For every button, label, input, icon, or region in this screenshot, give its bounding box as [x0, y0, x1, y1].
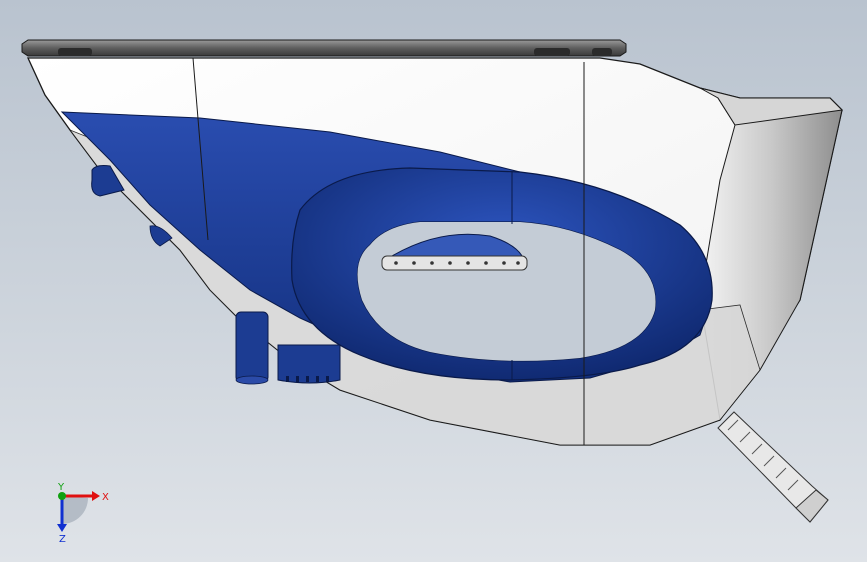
- cad-viewport[interactable]: X Y Z: [0, 0, 867, 562]
- x-axis-label: X: [102, 492, 109, 503]
- soleplate-pad-left: [58, 48, 92, 56]
- triad-plane: [62, 496, 88, 524]
- iron-model[interactable]: [0, 0, 867, 562]
- y-axis-label: Y: [57, 482, 65, 493]
- control-knob-left-cap: [235, 375, 269, 385]
- z-axis-label: Z: [59, 534, 66, 544]
- control-knob-left: [235, 311, 269, 383]
- soleplate-pad-right: [534, 48, 570, 56]
- x-axis-arrow-icon: [92, 491, 100, 501]
- axis-triad: X Y Z: [57, 482, 109, 544]
- y-axis-origin-icon: [58, 492, 66, 500]
- soleplate-pad-right2: [592, 48, 612, 56]
- z-axis-arrow-icon: [57, 524, 67, 532]
